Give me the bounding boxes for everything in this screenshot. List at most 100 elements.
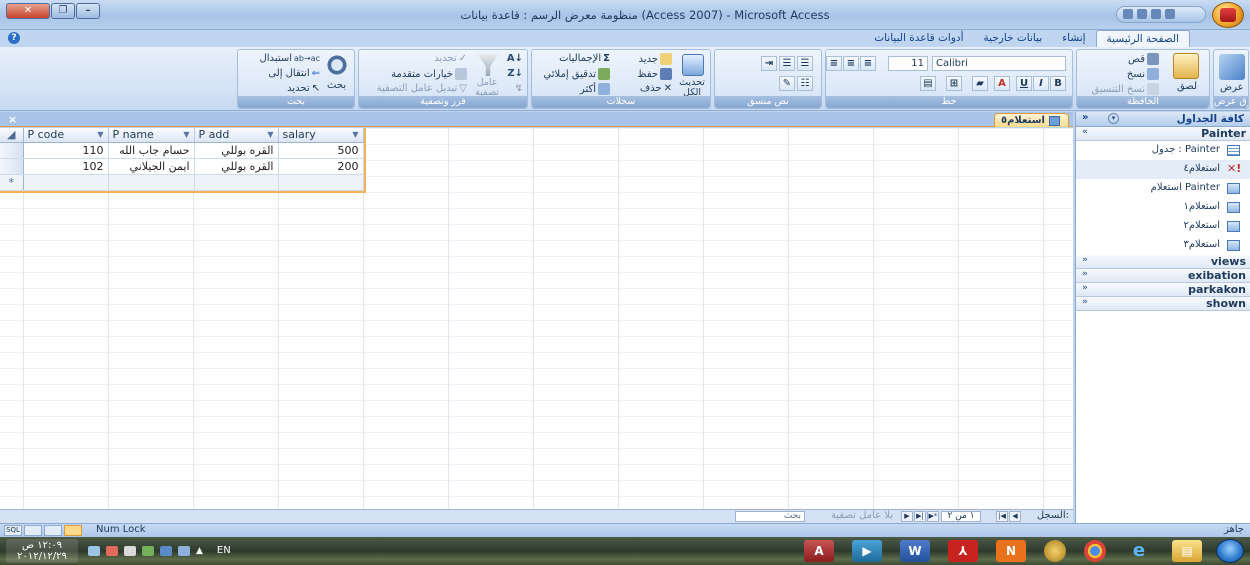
spelling-button[interactable]: تدقيق إملائي — [543, 68, 610, 80]
nav-group-parkakon[interactable]: parkakon » — [1076, 283, 1250, 297]
fill-color-button[interactable]: ▰ — [972, 76, 988, 91]
select-all-cell[interactable]: ◢ — [0, 128, 24, 143]
cell-p-name[interactable]: ايمن الجيلاني — [108, 158, 195, 175]
sql-view-button[interactable]: SQL — [4, 525, 22, 536]
cell-p-add[interactable]: القره بوللي — [194, 142, 279, 159]
align-left-button[interactable]: ≡ — [860, 56, 876, 71]
delete-record-button[interactable]: حذف ✕ — [640, 83, 672, 94]
cell-salary[interactable]: 200 — [278, 158, 364, 175]
record-position-box[interactable]: ١ من ٢ — [941, 511, 981, 522]
tray-app-icon[interactable] — [142, 545, 154, 556]
chevron-down-icon[interactable]: ▼ — [97, 130, 103, 139]
row-selector[interactable] — [0, 158, 24, 175]
chevron-down-icon[interactable]: » — [1082, 283, 1088, 293]
filter-funnel-icon[interactable] — [477, 54, 499, 76]
indent-button[interactable]: ⇥ — [761, 56, 777, 71]
tray-monitor-icon[interactable] — [178, 545, 190, 556]
select-button[interactable]: تحديد ↖ — [287, 83, 320, 94]
tab-home[interactable]: الصفحة الرئيسية — [1095, 30, 1190, 47]
first-record-icon[interactable]: |◀ — [996, 511, 1008, 522]
chevron-up-icon[interactable]: « — [1082, 127, 1088, 137]
tray-display-icon[interactable] — [160, 545, 172, 556]
chrome-icon[interactable] — [1084, 540, 1106, 562]
save-record-button[interactable]: حفظ — [637, 68, 672, 80]
refresh-all-button[interactable]: تحديث الكل — [678, 78, 706, 98]
minimize-window-button[interactable]: – — [76, 3, 100, 19]
bold-button[interactable]: B — [1050, 76, 1066, 91]
cell-p-name[interactable]: حسام جاب الله — [108, 142, 195, 159]
nav-item-painter-table[interactable]: Painter : جدول — [1076, 141, 1250, 160]
cell-p-add[interactable]: القره بوللي — [194, 158, 279, 175]
help-icon[interactable]: ? — [8, 32, 20, 44]
new-cell[interactable] — [23, 174, 109, 191]
access-icon[interactable]: A — [804, 540, 834, 562]
copy-button[interactable]: نسخ — [1127, 68, 1159, 80]
undo-icon[interactable] — [1137, 9, 1147, 19]
clock[interactable]: ١٢:٠٩ ص ٢٠١٢/١٢/٢٩ — [6, 539, 78, 563]
new-cell[interactable] — [194, 174, 279, 191]
chevron-down-icon[interactable]: ▼ — [352, 130, 358, 139]
highlight-button[interactable]: ✎ — [779, 76, 795, 91]
chevron-down-icon[interactable]: » — [1082, 297, 1088, 307]
numbering-button[interactable]: ☰ — [779, 56, 795, 71]
font-name-box[interactable]: Calibri — [932, 56, 1066, 71]
internet-explorer-icon[interactable]: e — [1124, 540, 1154, 562]
nav-item-query3[interactable]: استعلام٣ — [1076, 236, 1250, 255]
nav-group-shown[interactable]: shown » — [1076, 297, 1250, 311]
font-size-box[interactable]: 11 — [888, 56, 928, 71]
word-icon[interactable]: W — [900, 540, 930, 562]
clear-sort-button[interactable]: ↯ — [515, 83, 523, 94]
underline-button[interactable]: U — [1016, 76, 1032, 91]
sort-ascending-button[interactable]: A↓ — [507, 53, 523, 64]
nav-item-query4[interactable]: ✕! استعلام٤ — [1076, 160, 1250, 179]
network-icon[interactable] — [88, 545, 100, 556]
close-window-button[interactable]: ✕ — [6, 3, 50, 19]
paste-icon[interactable] — [1173, 53, 1199, 79]
volume-icon[interactable] — [124, 545, 136, 556]
tab-database-tools[interactable]: أدوات قاعدة البيانات — [864, 30, 973, 47]
selection-button[interactable]: تحديد ✓ — [434, 53, 467, 64]
onenote-icon[interactable]: N — [996, 540, 1026, 562]
chevron-down-icon[interactable]: ▼ — [183, 130, 189, 139]
chevron-down-icon[interactable]: ▼ — [267, 130, 273, 139]
chevron-down-icon[interactable]: » — [1082, 269, 1088, 279]
show-hidden-icons[interactable]: ▲ — [196, 546, 203, 556]
close-document-icon[interactable]: × — [8, 113, 17, 126]
more-button[interactable]: أكثر — [580, 83, 610, 95]
design-view-button[interactable] — [44, 525, 62, 536]
datasheet-view-button[interactable] — [64, 525, 82, 536]
format-painter-button[interactable]: نسخ التنسيق — [1092, 83, 1159, 95]
explorer-icon[interactable]: ▤ — [1172, 540, 1202, 562]
security-icon[interactable] — [106, 545, 118, 556]
bullets-button[interactable]: ☰ — [797, 56, 813, 71]
navigation-pane-header[interactable]: كافة الجداول » ▾ — [1076, 112, 1250, 127]
cell-salary[interactable]: 500 — [278, 142, 364, 159]
text-direction-button[interactable]: ☷ — [797, 76, 813, 91]
alt-fill-button[interactable]: ▤ — [920, 76, 936, 91]
font-color-button[interactable]: A — [994, 76, 1010, 91]
tab-create[interactable]: إنشاء — [1052, 30, 1095, 47]
filter-button[interactable]: عامل تصفية — [473, 78, 501, 98]
media-player-icon[interactable]: ▶ — [852, 540, 882, 562]
column-header-p-code[interactable]: P code ▼ — [23, 128, 109, 143]
view-button[interactable]: عرض — [1220, 82, 1244, 93]
nav-group-views[interactable]: views » — [1076, 255, 1250, 269]
view-icon[interactable] — [1219, 54, 1245, 80]
collapse-pane-icon[interactable]: » — [1082, 112, 1088, 123]
cut-button[interactable]: قص — [1128, 53, 1159, 65]
advanced-filter-button[interactable]: خيارات متقدمة — [391, 68, 467, 80]
find-button[interactable]: بحث — [327, 80, 346, 91]
document-tab[interactable]: استعلام٥ — [993, 113, 1069, 127]
pane-menu-chevron-icon[interactable]: ▾ — [1108, 113, 1119, 124]
customize-qat-icon[interactable] — [1165, 9, 1175, 19]
nav-item-query1[interactable]: استعلام١ — [1076, 198, 1250, 217]
goto-button[interactable]: انتقال إلى ⇐ — [268, 68, 320, 79]
paste-button[interactable]: لصق — [1177, 81, 1197, 92]
cell-p-code[interactable]: 102 — [23, 158, 109, 175]
acrobat-icon[interactable]: ⅄ — [948, 540, 978, 562]
nav-item-query2[interactable]: استعلام٢ — [1076, 217, 1250, 236]
new-row-marker[interactable]: * — [0, 174, 24, 191]
refresh-icon[interactable] — [682, 54, 704, 76]
row-selector[interactable] — [0, 142, 24, 159]
new-record-nav-icon[interactable]: ▶* — [927, 511, 939, 522]
